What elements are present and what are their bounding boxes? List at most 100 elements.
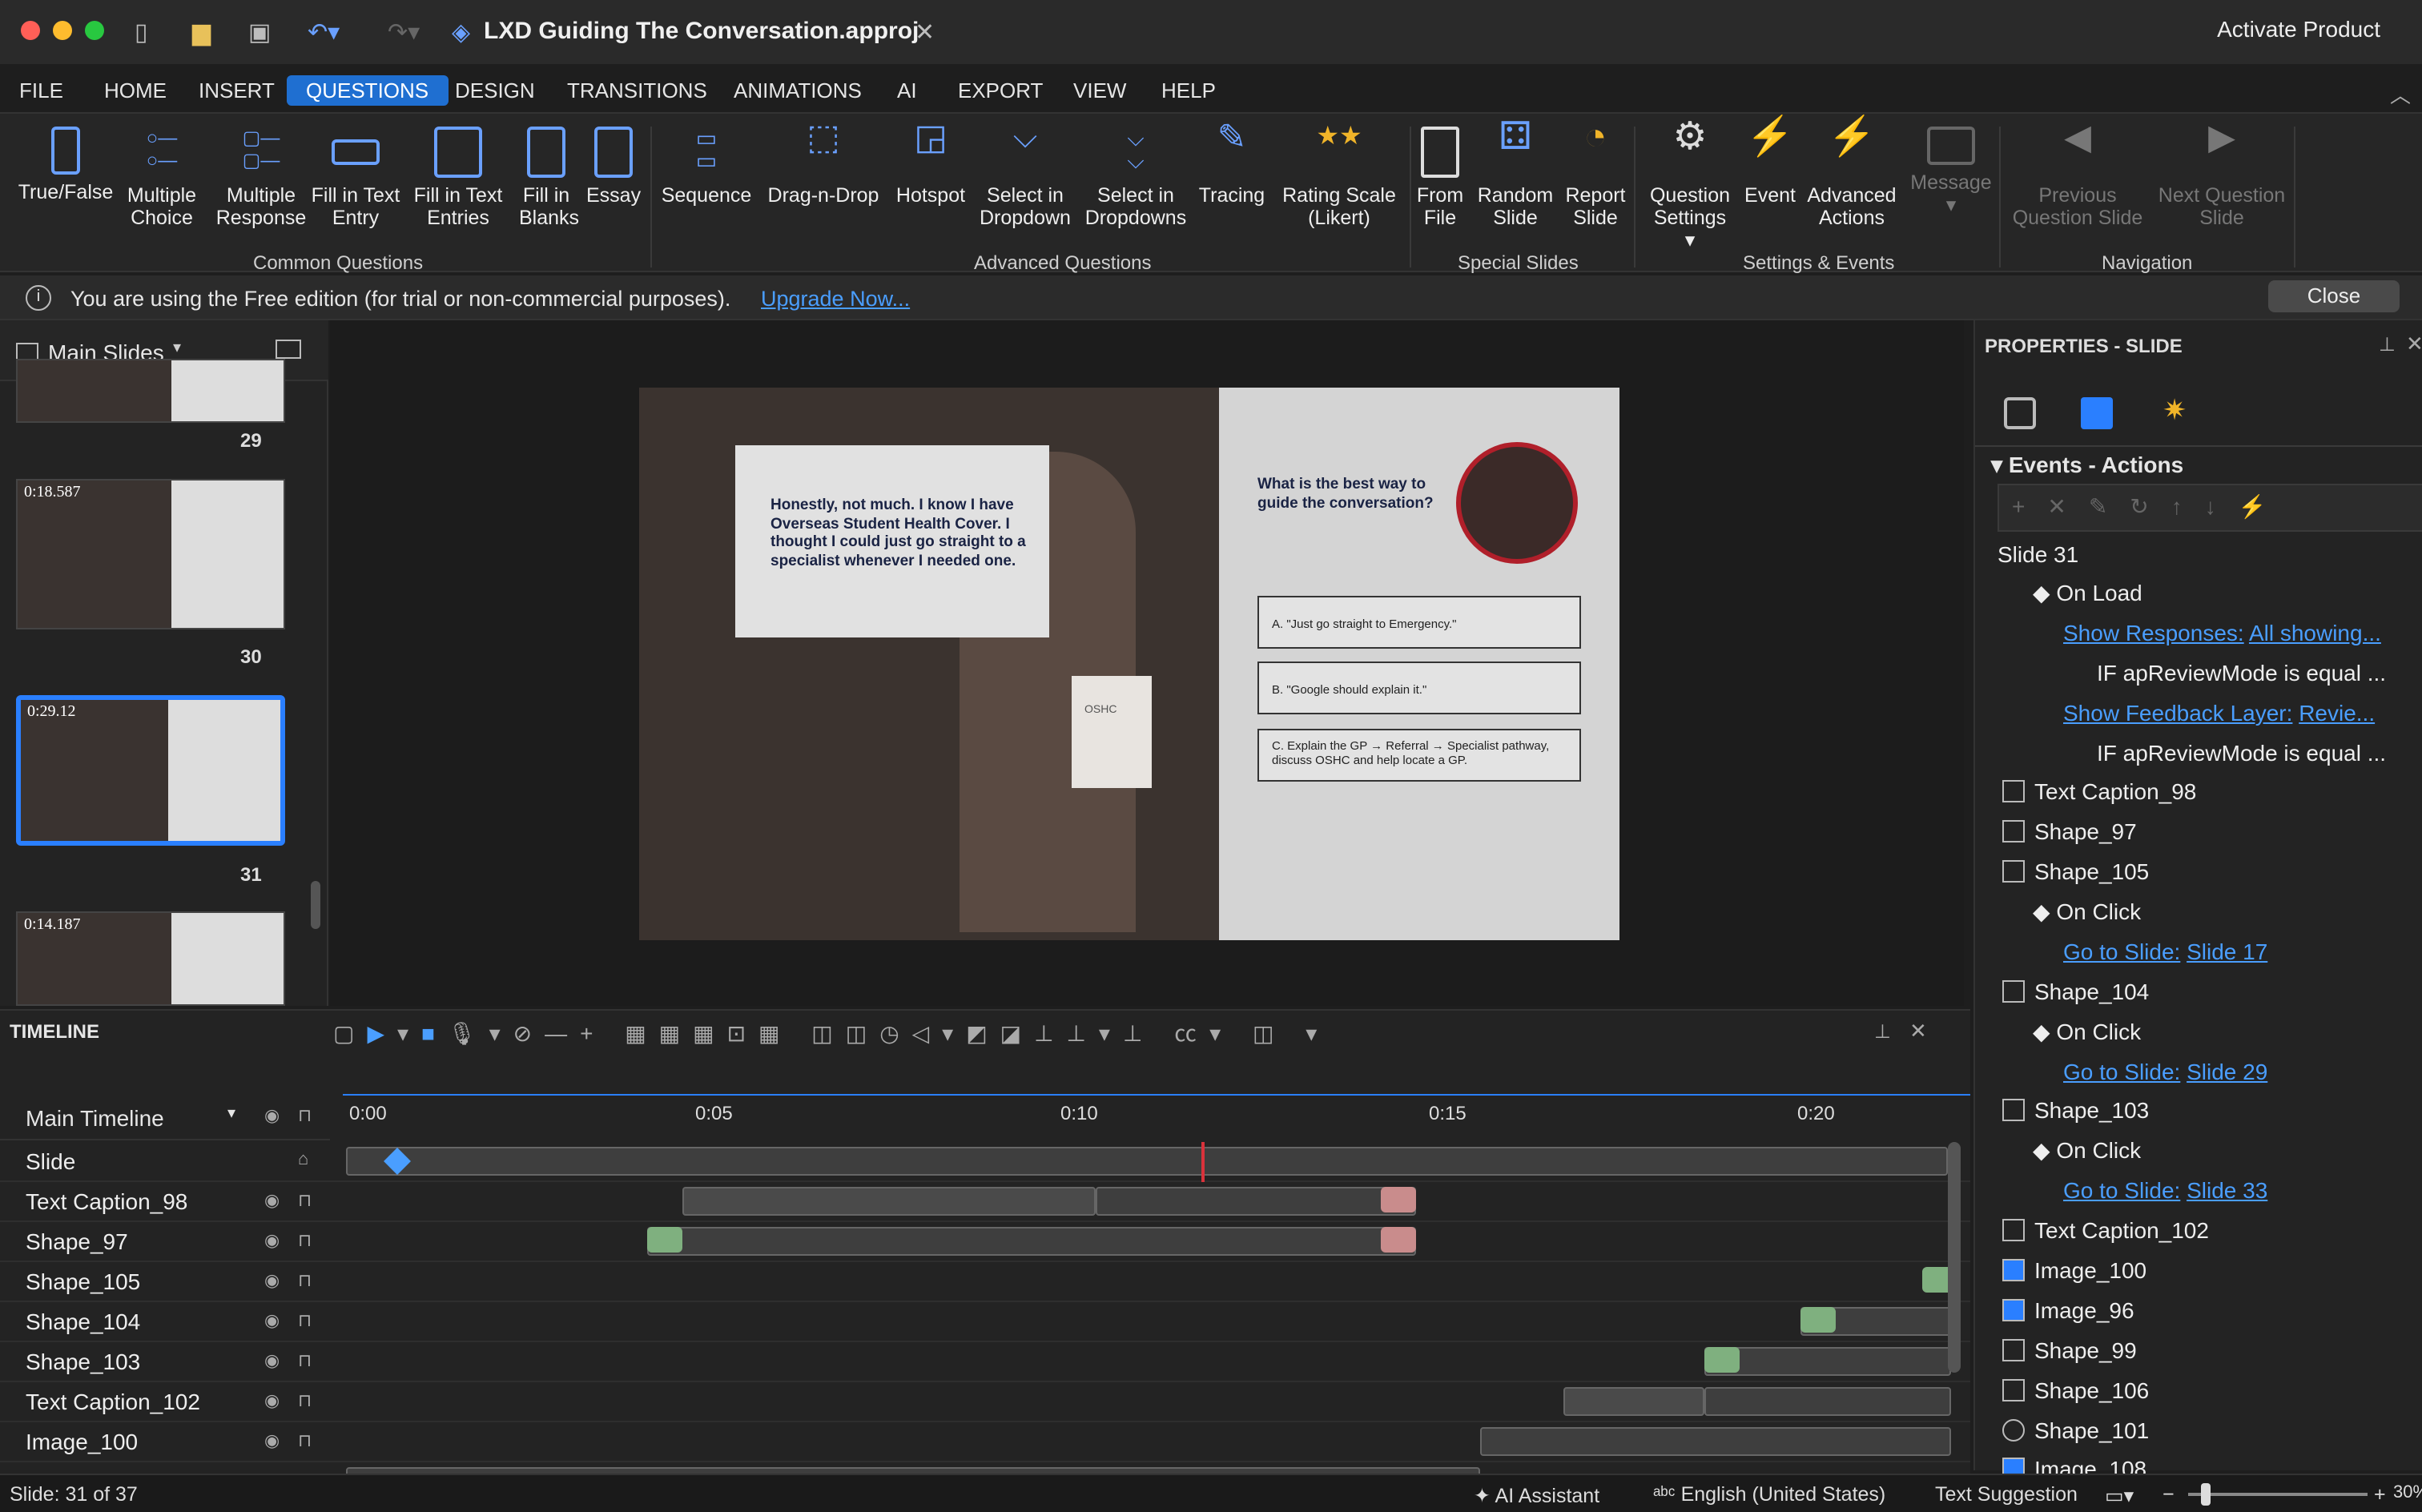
text-caption-98-item[interactable]: Text Caption_98 (2002, 778, 2196, 817)
in-transition[interactable] (647, 1227, 682, 1253)
event-button[interactable]: ⚡ Event (1743, 118, 1797, 207)
collapse-ribbon-icon[interactable]: ︿ (2371, 75, 2422, 112)
menu-insert[interactable]: INSERT (179, 75, 294, 106)
menu-view[interactable]: VIEW (1054, 75, 1145, 106)
lock-icon[interactable]: ⊓ (298, 1350, 312, 1371)
out-transition[interactable] (1381, 1187, 1416, 1212)
menu-ai[interactable]: AI (878, 75, 936, 106)
menu-help[interactable]: HELP (1142, 75, 1235, 106)
shape-97-item[interactable]: Shape_97 (2002, 818, 2137, 857)
shape-104-item[interactable]: Shape_104 (2002, 979, 2149, 1017)
ai-assistant-button[interactable]: ✦ AI Assistant (1474, 1483, 1599, 1507)
previous-question-slide-button[interactable]: ◀ Previous Question Slide (2006, 119, 2150, 229)
rating-scale-button[interactable]: ★★ Rating Scale (Likert) (1275, 124, 1403, 229)
question-settings-button[interactable]: ⚙ Question Settings ▾ (1647, 118, 1733, 251)
timeline-vscrollbar[interactable] (1948, 1142, 1961, 1373)
menu-transitions[interactable]: TRANSITIONS (548, 75, 726, 106)
shape-106-item[interactable]: Shape_106 (2002, 1377, 2149, 1416)
lock-icon[interactable]: ⊓ (298, 1270, 312, 1291)
show-responses-action[interactable]: Show Responses: All showing... (2063, 620, 2381, 658)
shape-103-item[interactable]: Shape_103 (2002, 1097, 2149, 1136)
lock-icon[interactable]: ⊓ (298, 1310, 312, 1331)
timeline-row[interactable]: Shape_97 ◉ ⊓ (0, 1222, 1970, 1262)
slide-thumbnail-30[interactable]: 0:18.587 (16, 479, 285, 629)
if-condition[interactable]: IF apReviewMode is equal ... (2097, 740, 2386, 778)
redo-icon[interactable]: ↷▾ (388, 18, 420, 46)
timeline-row[interactable]: Shape_103 ◉ ⊓ (0, 1342, 1970, 1382)
text-suggestion-toggle[interactable]: Text Suggestion (1935, 1483, 2078, 1506)
in-transition[interactable] (1800, 1307, 1836, 1333)
lock-icon[interactable]: ⊓ (298, 1390, 312, 1411)
timeline-row[interactable]: Text Caption_102 ◉ ⊓ (0, 1382, 1970, 1422)
lock-icon[interactable]: ⊓ (298, 1190, 312, 1211)
timeline-row[interactable]: Text Caption_98 ◉ ⊓ (0, 1182, 1970, 1222)
lock-icon[interactable]: ⊓ (298, 1430, 312, 1451)
zoom-out-button[interactable]: − (2162, 1483, 2175, 1506)
if-condition[interactable]: IF apReviewMode is equal ... (2097, 660, 2386, 698)
close-icon[interactable]: ✕ (2406, 332, 2422, 357)
lock-icon[interactable]: ⊓ (298, 1230, 312, 1251)
upgrade-link[interactable]: Upgrade Now... (761, 287, 910, 311)
timeline-row[interactable]: Image_100 ◉ ⊓ (0, 1422, 1970, 1462)
message-button[interactable]: Message ▾ (1909, 127, 1993, 216)
answer-b[interactable]: B. "Google should explain it." (1257, 662, 1581, 714)
eye-icon[interactable]: ◉ (264, 1190, 280, 1211)
slide-thumbnail-32[interactable]: 0:14.187 (16, 911, 285, 1006)
multiple-response-button[interactable]: ▢— ▢— Multiple Response (211, 127, 311, 229)
close-infobar-button[interactable]: Close (2268, 280, 2400, 312)
text-caption-102-item[interactable]: Text Caption_102 (2002, 1217, 2209, 1256)
menu-export[interactable]: EXPORT (939, 75, 1062, 106)
fill-in-text-entry-button[interactable]: Fill in Text Entry (311, 127, 400, 229)
random-slide-button[interactable]: ⚃ Random Slide (1477, 118, 1554, 229)
menu-design[interactable]: DESIGN (436, 75, 554, 106)
fill-in-blanks-button[interactable]: Fill in Blanks (519, 127, 579, 229)
tag-icon[interactable]: ⌂ (298, 1150, 308, 1169)
go-to-slide-action[interactable]: Go to Slide: Slide 29 (2063, 1059, 2267, 1097)
slide-31[interactable]: OSHC Honestly, not much. I know I have O… (639, 388, 1619, 940)
essay-button[interactable]: Essay (586, 127, 641, 207)
timeline-bar[interactable] (682, 1187, 1096, 1216)
slide-properties-icon[interactable] (2004, 397, 2036, 429)
menu-animations[interactable]: ANIMATIONS (714, 75, 881, 106)
next-question-slide-button[interactable]: ▶ Next Question Slide (2153, 119, 2291, 229)
timeline-bar[interactable] (1563, 1387, 1704, 1416)
timeline-row[interactable]: Shape_104 ◉ ⊓ (0, 1302, 1970, 1342)
menu-home[interactable]: HOME (85, 75, 186, 106)
shape-101-item[interactable]: Shape_101 (2002, 1418, 2149, 1456)
main-timeline-dropdown[interactable]: Main Timeline (26, 1105, 164, 1131)
timeline-toolbar[interactable]: ▢▶▾■🎙▾⊘—+ ▦▦▦⊡▦ ◫◫◷◁▾◩◪⊥⊥▾⊥ ㏄▾ ◫ ▾ (333, 1017, 1330, 1049)
close-window-button[interactable] (21, 21, 40, 40)
fit-view-icon[interactable]: ▭▾ (2105, 1483, 2134, 1507)
drag-n-drop-button[interactable]: ⬚ Drag-n-Drop (762, 119, 884, 207)
on-click-event[interactable]: ◆ On Click (2033, 899, 2141, 937)
zoom-slider-handle[interactable] (2201, 1483, 2211, 1506)
image-96-item[interactable]: Image_96 (2002, 1297, 2134, 1336)
from-file-button[interactable]: From File (1416, 127, 1464, 229)
timeline-bar[interactable] (647, 1227, 1416, 1256)
close-tab-icon[interactable]: ✕ (915, 18, 935, 46)
timeline-row-slide[interactable]: Slide ⌂ (0, 1142, 1970, 1182)
slides-scrollbar[interactable] (311, 881, 320, 929)
on-click-event[interactable]: ◆ On Click (2033, 1019, 2141, 1057)
go-to-slide-action[interactable]: Go to Slide: Slide 17 (2063, 939, 2267, 977)
minimize-window-button[interactable] (53, 21, 72, 40)
report-slide-button[interactable]: ◔ Report Slide (1563, 118, 1627, 229)
eye-icon[interactable]: ◉ (264, 1350, 280, 1371)
undo-icon[interactable]: ↶▾ (308, 18, 340, 46)
events-actions-section[interactable]: ▾ Events - Actions (1991, 452, 2183, 479)
multiple-choice-button[interactable]: ○— ○— Multiple Choice (119, 127, 205, 229)
show-feedback-action[interactable]: Show Feedback Layer: Revie... (2063, 700, 2375, 738)
fill-in-text-entries-button[interactable]: Fill in Text Entries (410, 127, 506, 229)
chevron-down-icon[interactable]: ▾ (227, 1105, 235, 1123)
select-in-dropdown-button[interactable]: ⌵ Select in Dropdown (977, 122, 1073, 229)
zoom-in-button[interactable]: + (2374, 1483, 2386, 1506)
pin-icon[interactable]: ⊥ (2379, 333, 2396, 356)
true-false-button[interactable]: True/False (16, 127, 115, 203)
shape-99-item[interactable]: Shape_99 (2002, 1337, 2137, 1376)
events-icon[interactable]: ✷ (2162, 394, 2187, 428)
advanced-actions-button[interactable]: ⚡ Advanced Actions (1807, 118, 1897, 229)
sequence-button[interactable]: ▭ ▭ Sequence (660, 127, 753, 207)
tracing-button[interactable]: ✎ Tracing (1198, 119, 1265, 207)
slide-thumbnail-29[interactable] (16, 359, 285, 423)
out-transition[interactable] (1381, 1227, 1416, 1253)
